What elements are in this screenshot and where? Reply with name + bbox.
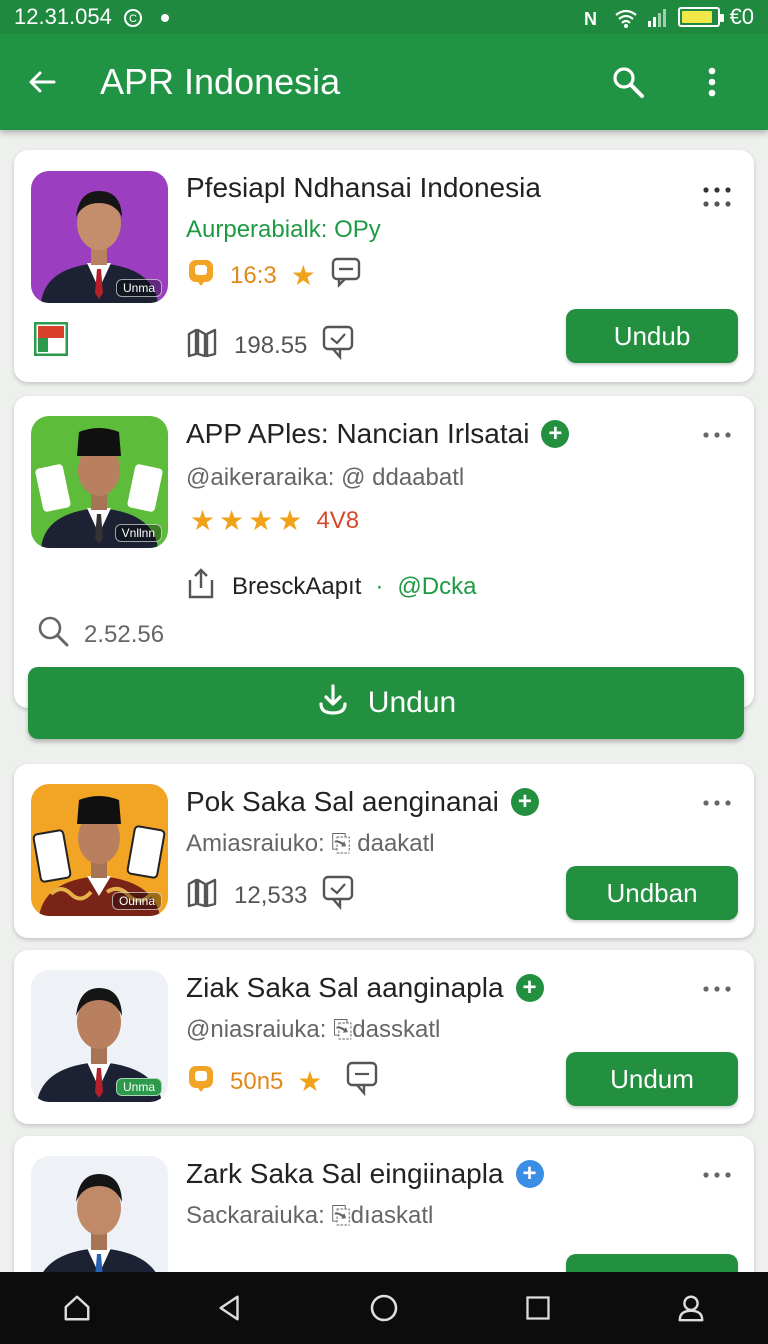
home-icon[interactable] xyxy=(57,1288,97,1328)
profile-icon[interactable] xyxy=(671,1288,711,1328)
download-count: 12,533 xyxy=(234,881,308,909)
download-button[interactable]: Undub xyxy=(566,309,738,363)
download-count: 2.52.56 xyxy=(84,620,165,648)
more-horiz-icon[interactable] xyxy=(700,786,734,820)
developer-row: BresckAapıt · @Dcka xyxy=(186,566,476,607)
app-subtitle: @niasraiuka: ⎘dasskatl xyxy=(186,1016,441,1043)
overflow-menu-icon[interactable] xyxy=(690,60,734,104)
app-title: Zark Saka Sal eingiinapla + xyxy=(186,1158,544,1190)
comment-icon xyxy=(330,256,362,295)
flag-icon xyxy=(34,322,68,356)
rating-value: 4V8 xyxy=(316,506,360,534)
coin-icon xyxy=(186,1063,216,1100)
star-icon: ★ xyxy=(297,1066,323,1097)
verified-plus-icon: + xyxy=(541,420,570,448)
book-icon xyxy=(186,876,220,915)
page-title: APR Indonesia xyxy=(100,61,341,102)
signal-icon xyxy=(646,7,668,27)
search-icon xyxy=(36,614,70,655)
verified-plus-icon: + xyxy=(515,974,544,1002)
verified-plus-icon: + xyxy=(510,788,539,816)
download-count: 198.55 xyxy=(234,331,308,359)
more-horiz-icon[interactable] xyxy=(700,418,734,452)
developer-separator: · xyxy=(375,572,384,600)
notification-dot-icon xyxy=(154,7,176,27)
app-card[interactable]: Ounna Pok Saka Sal aenginanai + Amiasrai… xyxy=(14,764,754,938)
app-card[interactable]: Unma Pfesiapl Ndhansai Indonesia Aurpera… xyxy=(14,150,754,382)
download-label: Undun xyxy=(367,686,457,719)
circle-home-icon[interactable] xyxy=(364,1288,404,1328)
stats-row: 12,533 xyxy=(186,874,355,917)
app-title: Pfesiapl Ndhansai Indonesia xyxy=(186,172,541,203)
coin-icon xyxy=(186,257,216,294)
rating-value: 50n5 xyxy=(230,1067,284,1095)
app-subtitle: Amiasraiuko: ⎘ daakatl xyxy=(186,830,435,857)
download-icon xyxy=(316,682,350,724)
thumb-tag: Unma xyxy=(115,1078,162,1096)
category-flag xyxy=(34,322,68,356)
app-card[interactable]: Unma Ziak Saka Sal aanginapla + @niasrai… xyxy=(14,950,754,1124)
app-thumbnail[interactable]: Vnllnn xyxy=(31,416,168,548)
app-subtitle: Sackaraiuka: ⎘dıaskatl xyxy=(186,1202,434,1229)
star-rating: ★ ★ ★ ★ xyxy=(190,504,302,537)
battery-text: €0 xyxy=(729,4,754,29)
system-nav-bar xyxy=(0,1272,768,1344)
app-thumbnail[interactable]: Unma xyxy=(31,970,168,1102)
nfc-icon: N xyxy=(582,7,604,29)
app-card[interactable]: Vnllnn APP APles: Nancian Irlsatai + @ai… xyxy=(14,396,754,708)
comment-icon xyxy=(321,324,355,367)
developer-tag[interactable]: @Dcka xyxy=(397,573,476,601)
sync-icon: C xyxy=(122,7,144,27)
rating-row: ★ ★ ★ ★ 4V8 xyxy=(190,504,359,537)
more-horiz-icon[interactable] xyxy=(700,972,734,1006)
person-portrait xyxy=(31,1156,168,1272)
rating-value: 16:3 xyxy=(230,261,277,289)
svg-text:N: N xyxy=(584,9,597,29)
status-bar: 12.31.054 C N €0 xyxy=(0,0,768,34)
app-title: Ziak Saka Sal aanginapla + xyxy=(186,972,544,1004)
comment-icon xyxy=(321,874,355,917)
stats-row: 198.55 xyxy=(186,324,355,367)
search-count-row: 2.52.56 xyxy=(36,614,164,655)
thumb-tag: Ounna xyxy=(111,892,162,910)
app-bar: APR Indonesia xyxy=(0,34,768,130)
thumb-tag: Vnllnn xyxy=(114,524,162,542)
rating-row: 16:3 ★ xyxy=(186,256,362,295)
app-list: Unma Pfesiapl Ndhansai Indonesia Aurpera… xyxy=(0,130,768,1272)
battery-icon xyxy=(677,7,724,27)
book-icon xyxy=(186,326,220,365)
star-icon: ★ xyxy=(277,505,303,536)
developer-name[interactable]: BresckAapıt xyxy=(232,573,361,601)
more-horiz-icon[interactable] xyxy=(700,180,734,214)
app-title: Pok Saka Sal aenginanai + xyxy=(186,786,539,818)
svg-text:C: C xyxy=(129,13,137,25)
rating-row: 50n5 ★ xyxy=(186,1060,379,1103)
back-triangle-icon[interactable] xyxy=(210,1288,250,1328)
search-icon[interactable] xyxy=(606,60,650,104)
app-thumbnail[interactable] xyxy=(31,1156,168,1272)
download-button-large[interactable]: Undun xyxy=(28,667,744,739)
more-horiz-icon[interactable] xyxy=(700,1158,734,1192)
star-icon: ★ xyxy=(248,505,274,536)
comment-icon xyxy=(345,1060,379,1103)
share-icon xyxy=(186,566,218,607)
star-icon: ★ xyxy=(219,505,245,536)
back-arrow-icon[interactable] xyxy=(20,60,64,104)
wifi-icon xyxy=(614,7,637,28)
star-icon: ★ xyxy=(190,505,216,536)
star-icon: ★ xyxy=(290,260,316,291)
thumb-tag: Unma xyxy=(115,279,162,297)
download-button[interactable] xyxy=(566,1254,738,1272)
app-thumbnail[interactable]: Unma xyxy=(31,171,168,303)
app-title: APP APles: Nancian Irlsatai + xyxy=(186,418,570,450)
app-thumbnail[interactable]: Ounna xyxy=(31,784,168,916)
app-card[interactable]: Zark Saka Sal eingiinapla + Sackaraiuka:… xyxy=(14,1136,754,1272)
verified-plus-icon: + xyxy=(515,1160,544,1188)
app-subtitle: @aikeraraika: @ ddaabatl xyxy=(186,464,465,491)
download-button[interactable]: Undban xyxy=(566,866,738,920)
status-time: 12.31.054 xyxy=(14,4,112,29)
app-subtitle: Aurperabialk: OPy xyxy=(186,216,381,243)
recents-icon[interactable] xyxy=(518,1288,558,1328)
download-button[interactable]: Undum xyxy=(566,1052,738,1106)
